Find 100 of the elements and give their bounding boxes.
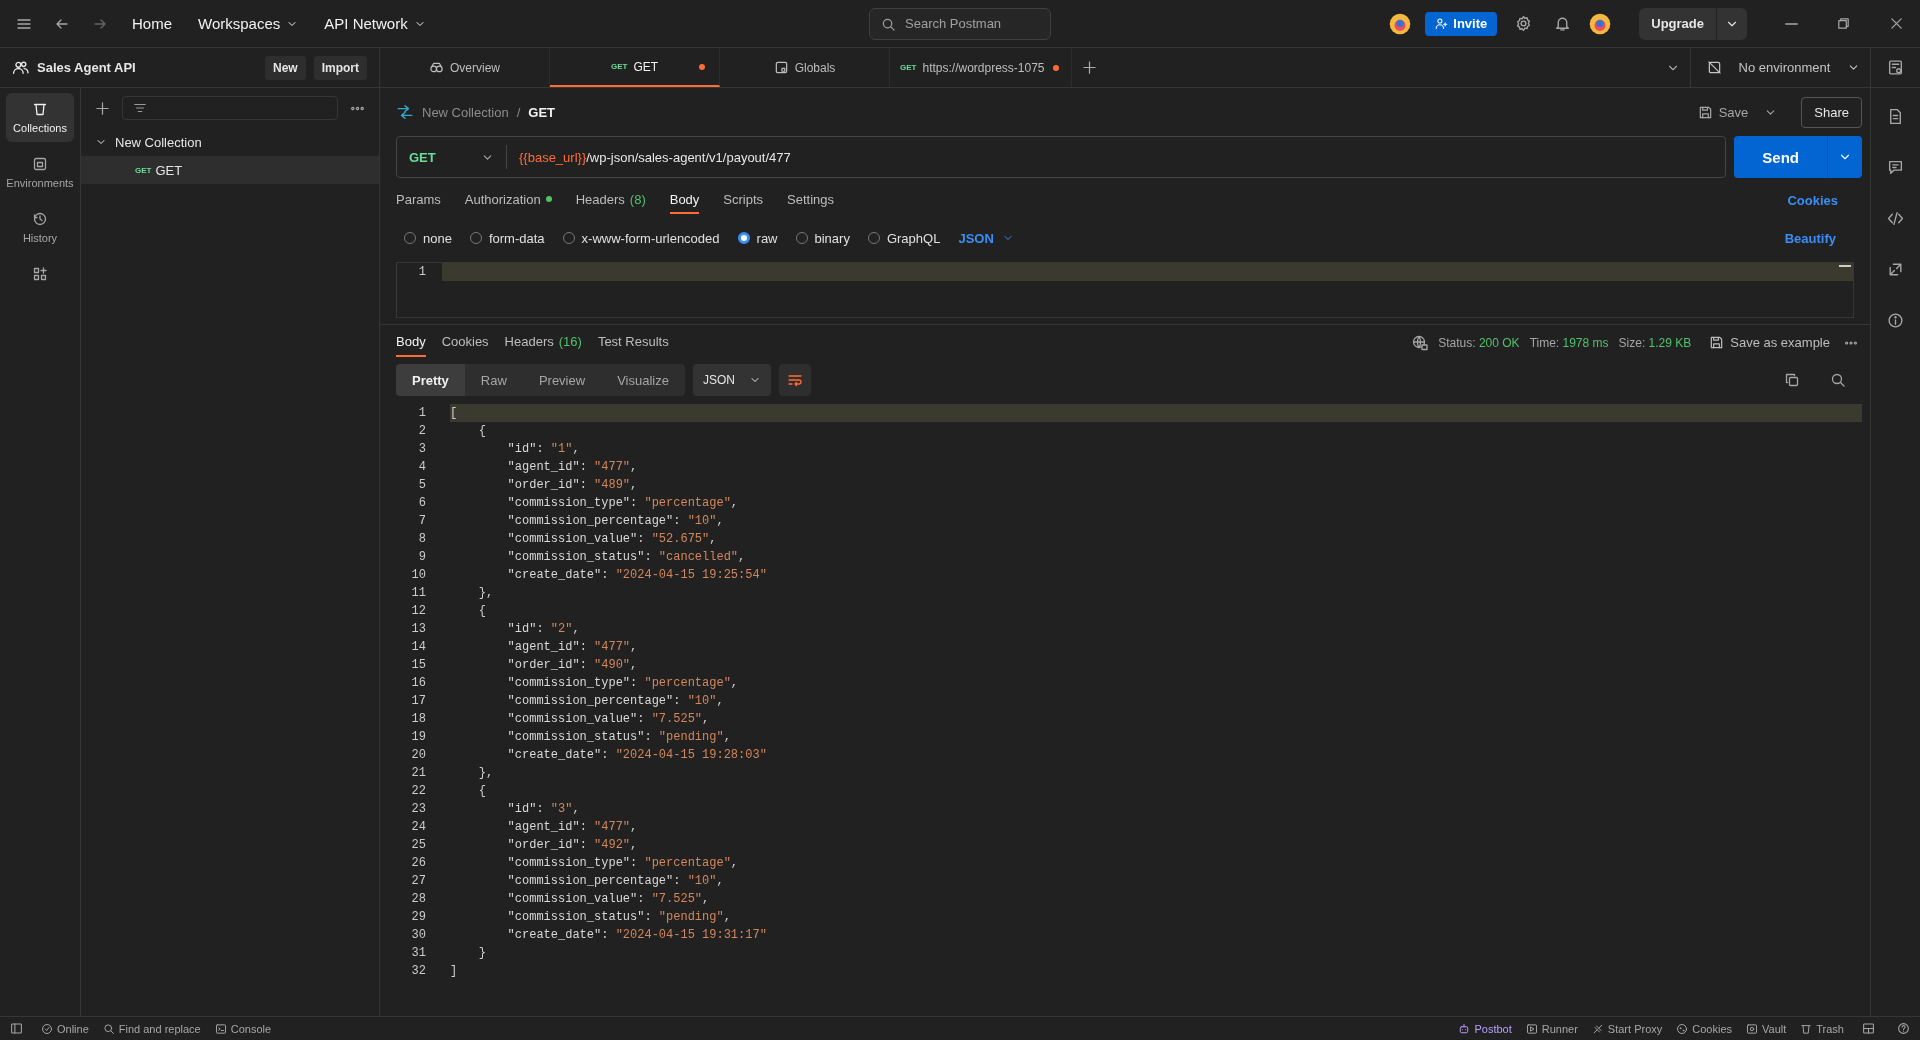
request-body-editor[interactable]: 1 [396, 262, 1854, 318]
view-tab[interactable]: Visualize [601, 364, 685, 396]
radio-label[interactable]: binary [814, 230, 850, 246]
radio-label[interactable]: x-www-form-urlencoded [581, 230, 720, 246]
radio-label[interactable]: form-data [488, 230, 545, 246]
response-tab[interactable]: Headers (16) [504, 324, 582, 361]
request-tab[interactable]: Params [396, 178, 441, 222]
status-bar-item[interactable]: Postbot [1458, 1022, 1512, 1035]
code-line: "id": "3", [506, 801, 581, 818]
tab[interactable]: Overview [380, 48, 550, 87]
request-tab[interactable]: Body [669, 186, 700, 214]
invite-button[interactable]: Invite [1425, 11, 1498, 36]
response-tab[interactable]: Cookies [441, 324, 489, 361]
cookies-link[interactable]: Cookies [1787, 192, 1862, 208]
code-line: "id": "2", [506, 621, 581, 638]
status-bar-item[interactable]: Start Proxy [1591, 1022, 1663, 1035]
sidebar-icon [10, 1022, 23, 1035]
no-environment-icon [1707, 60, 1722, 75]
code-line: "commission_value": "7.525", [506, 891, 711, 908]
request-tab[interactable]: Headers (8) [575, 178, 646, 222]
arrows-icon [1887, 261, 1904, 278]
line-number: 14 [410, 639, 426, 656]
response-tab[interactable]: Test Results [597, 324, 669, 361]
status-bar-item[interactable]: Runner [1525, 1022, 1578, 1035]
code-line: "create_date": "2024-04-15 19:25:54" [506, 567, 768, 584]
workspace-action-button[interactable]: Import [313, 55, 367, 80]
radio-button[interactable] [737, 232, 750, 244]
share-button[interactable]: Share [1801, 96, 1862, 128]
status-bar-item[interactable]: Vault [1746, 1022, 1787, 1035]
tab[interactable]: GET GET [550, 48, 720, 87]
line-number: 30 [410, 927, 426, 944]
line-number: 28 [410, 891, 426, 908]
view-tab[interactable]: Preview [522, 364, 602, 396]
code-line: "agent_id": "477", [506, 639, 639, 656]
request-tab[interactable]: Settings [787, 178, 835, 222]
save-button[interactable]: Save [1693, 100, 1753, 124]
play-icon [1525, 1022, 1538, 1035]
status-bar-item[interactable]: Online [41, 1022, 89, 1035]
code-line: "create_date": "2024-04-15 19:28:03" [506, 747, 768, 764]
nav-menu[interactable]: Workspaces [192, 11, 305, 36]
status-bar-item[interactable]: Console [214, 1022, 272, 1035]
globals-icon [773, 60, 789, 75]
tab[interactable]: Globals [720, 48, 890, 87]
wrap-icon [786, 372, 803, 388]
line-number: 19 [410, 729, 426, 746]
status-bar-item[interactable]: Find and replace [102, 1022, 201, 1035]
status-bar-item[interactable]: Cookies [1676, 1022, 1732, 1035]
code-line: { [477, 783, 487, 800]
nav-menu[interactable]: API Network [318, 11, 432, 36]
line-number: 12 [410, 603, 426, 620]
format-dropdown[interactable]: JSON [692, 364, 771, 396]
workspace-action-button[interactable]: New [264, 55, 306, 80]
environment-selector[interactable]: No environment [1690, 48, 1870, 87]
collection-item[interactable]: New Collection [81, 128, 379, 156]
view-tab[interactable]: Pretty [396, 364, 465, 396]
environment-icon [32, 156, 48, 172]
code-icon [1887, 210, 1904, 227]
filter-icon [133, 101, 147, 115]
url-field[interactable]: {{base_url}}/wp-json/sales-agent/v1/payout/477 [507, 149, 1726, 165]
response-time: Time: 1978 ms [1529, 335, 1609, 350]
line-number: 8 [417, 531, 426, 548]
radio-label[interactable]: none [423, 230, 452, 246]
code-line: } [477, 945, 487, 962]
view-tab[interactable]: Raw [464, 364, 523, 396]
breadcrumb-item[interactable]: New Collection [422, 104, 509, 120]
line-number: 25 [410, 837, 426, 854]
request-tab[interactable]: Authorization [464, 178, 552, 222]
radio-label[interactable]: raw [756, 230, 778, 246]
language-dropdown[interactable]: JSON [958, 230, 1014, 246]
response-tab[interactable]: Body [396, 328, 426, 357]
request-tab[interactable]: Scripts [723, 178, 764, 222]
status-bar-item[interactable]: Trash [1800, 1022, 1844, 1035]
nav-menu[interactable]: Home [126, 11, 178, 36]
breadcrumb-item: GET [528, 104, 556, 120]
code-line: }, [477, 765, 495, 782]
code-line: "commission_status": "pending", [506, 729, 732, 746]
code-line: { [477, 603, 487, 620]
line-number: 18 [410, 711, 426, 728]
sidebar-item[interactable]: Environments [6, 148, 74, 197]
code-line: "commission_percentage": "10", [506, 693, 725, 710]
response-status: Status: 200 OK [1438, 335, 1520, 350]
save-icon [1697, 104, 1713, 120]
wrap-lines-button[interactable] [778, 364, 811, 396]
method-dropdown[interactable]: GET [397, 145, 507, 169]
request-item[interactable]: GET GET [81, 156, 379, 184]
code-line: "agent_id": "477", [506, 459, 639, 476]
radio-label[interactable]: GraphQL [886, 230, 941, 246]
sidebar-item[interactable]: Collections [6, 93, 74, 142]
line-number: 13 [410, 621, 426, 638]
tab[interactable]: GET https://wordpress-1075 [890, 48, 1072, 87]
beautify-link[interactable]: Beautify [1784, 230, 1862, 246]
sidebar-item[interactable]: History [6, 203, 74, 252]
filter-field[interactable] [122, 96, 338, 120]
line-number: 10 [410, 567, 426, 584]
save-icon [1709, 335, 1725, 350]
line-number: 27 [410, 873, 426, 890]
plus-icon [1081, 60, 1097, 75]
search-field[interactable]: Search Postman [869, 7, 1051, 40]
save-as-example-button[interactable]: Save as example [1709, 335, 1830, 350]
code-line: "create_date": "2024-04-15 19:31:17" [506, 927, 768, 944]
